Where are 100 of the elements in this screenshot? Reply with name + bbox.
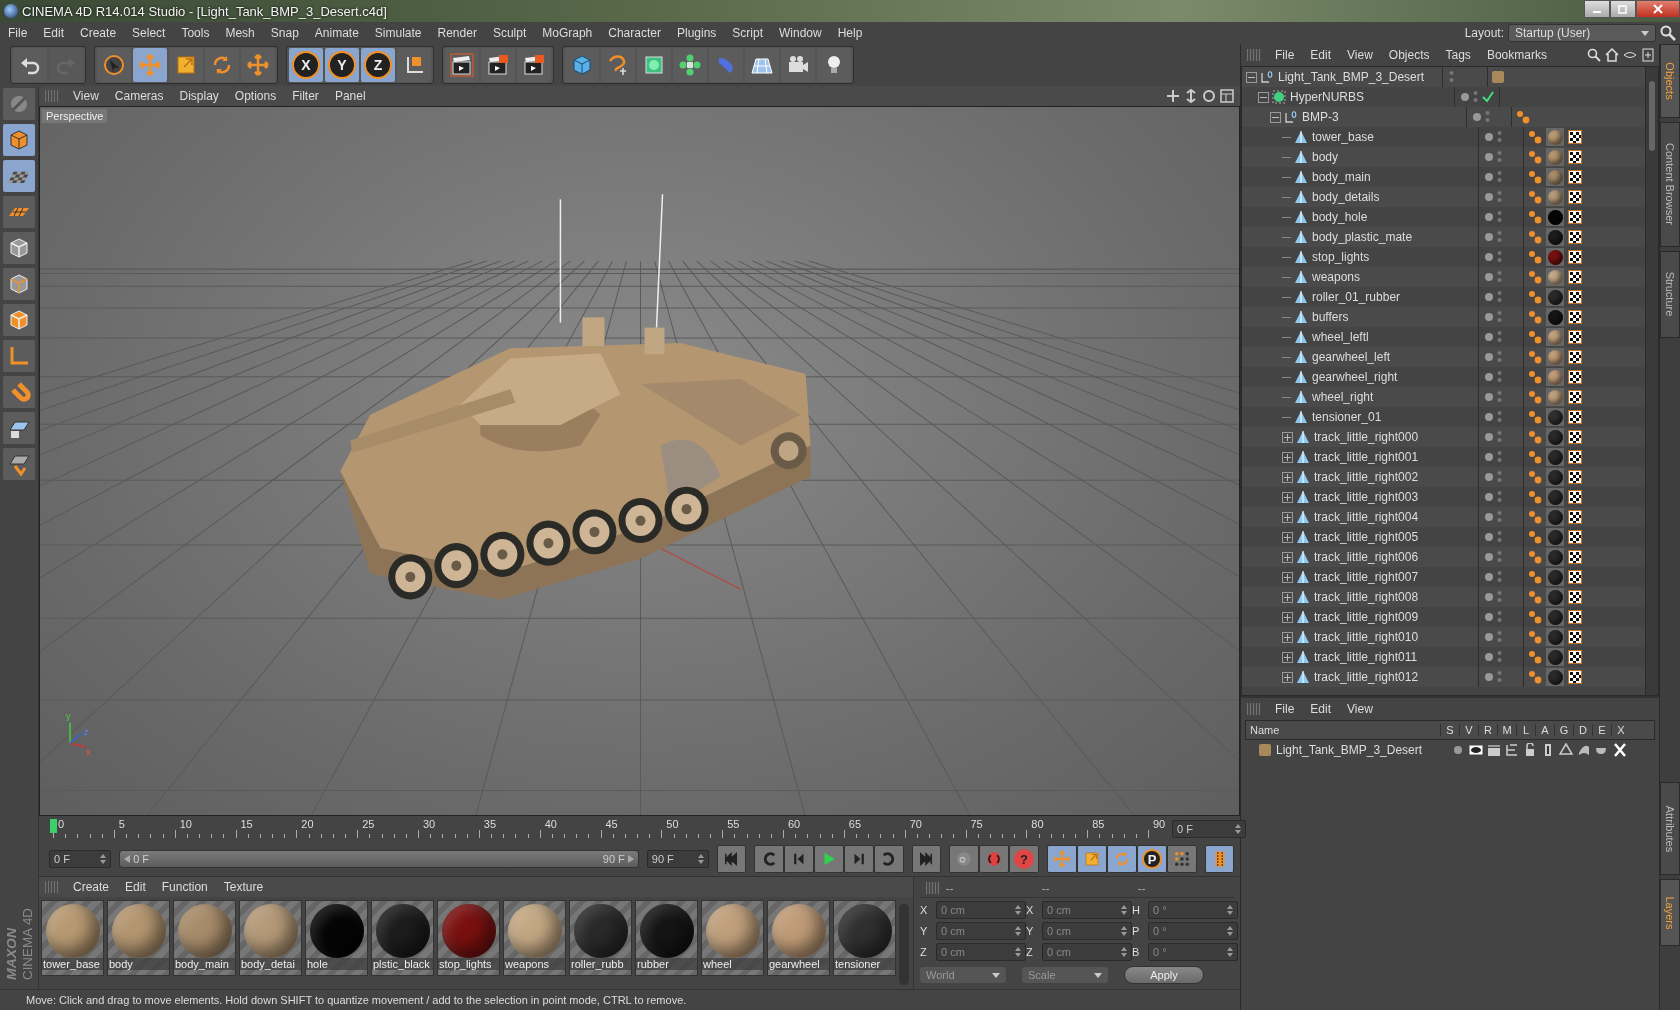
material-swatch[interactable]: plstic_black <box>371 900 434 976</box>
layer-menu-item[interactable]: File <box>1267 702 1303 716</box>
frame-range-slider[interactable]: 0 F 90 F <box>119 850 639 868</box>
end-frame-field[interactable]: 90 F <box>646 850 709 868</box>
object-menu-item[interactable]: Edit <box>1302 48 1340 62</box>
timeline-button[interactable] <box>1205 845 1234 873</box>
editor-render-dots-icon[interactable] <box>1497 330 1502 344</box>
spinner-arrows-icon[interactable] <box>1121 925 1127 937</box>
material-tag[interactable] <box>1547 189 1563 205</box>
uvw-tag-icon[interactable] <box>1568 130 1582 144</box>
editor-render-dots-icon[interactable] <box>1497 310 1502 324</box>
cube-tool-button[interactable] <box>637 48 671 82</box>
dots-grid-key-button[interactable] <box>1167 845 1197 873</box>
side-tab[interactable]: Attributes <box>1660 782 1680 875</box>
editor-render-dots-icon[interactable] <box>1497 430 1502 444</box>
visibility-dot-icon[interactable] <box>1485 473 1493 481</box>
object-name[interactable]: wheel_right <box>1312 390 1374 404</box>
undo-tool-button[interactable] <box>13 48 47 82</box>
object-menu-item[interactable]: Objects <box>1380 48 1438 62</box>
spinner-arrows-icon[interactable] <box>1121 946 1127 958</box>
uvw-tag-icon[interactable] <box>1568 350 1582 364</box>
cube-tool-button[interactable] <box>565 48 599 82</box>
layer-menu-item[interactable]: Edit <box>1302 702 1340 716</box>
object-name[interactable]: track_little_right008 <box>1314 590 1419 604</box>
menu-item[interactable]: Sculpt <box>484 26 535 40</box>
editor-render-dots-icon[interactable] <box>1497 210 1502 224</box>
phong-tag-icon[interactable] <box>1528 310 1542 324</box>
object-name[interactable]: gearwheel_right <box>1312 370 1398 384</box>
side-tab[interactable]: Layers <box>1660 879 1680 946</box>
editor-render-dots-icon[interactable] <box>1497 250 1502 264</box>
phong-tag-icon[interactable] <box>1528 350 1542 364</box>
skip-back-button[interactable] <box>716 845 746 873</box>
phong-tag-icon[interactable] <box>1528 510 1542 524</box>
visibility-dot-icon[interactable] <box>1485 313 1493 321</box>
material-tag[interactable] <box>1547 489 1563 505</box>
uvw-tag-icon[interactable] <box>1568 650 1582 664</box>
column-header[interactable]: D <box>1573 724 1592 736</box>
uvw-tag-icon[interactable] <box>1568 190 1582 204</box>
expand-icon[interactable] <box>1282 551 1293 563</box>
play-button[interactable] <box>813 845 844 873</box>
material-tag[interactable] <box>1547 169 1563 185</box>
viewport[interactable]: Perspective y z x <box>39 106 1240 816</box>
object-name[interactable]: HyperNURBS <box>1290 90 1364 104</box>
editor-render-dots-icon[interactable] <box>1497 550 1502 564</box>
uvw-tag-icon[interactable] <box>1568 670 1582 684</box>
material-tag[interactable] <box>1547 329 1563 345</box>
editor-render-dots-icon[interactable] <box>1497 190 1502 204</box>
menu-item[interactable]: Window <box>771 26 830 40</box>
phong-tag-icon[interactable] <box>1528 170 1542 184</box>
uvw-tag-icon[interactable] <box>1568 290 1582 304</box>
solo-dot-icon[interactable] <box>1454 746 1462 754</box>
apply-button[interactable]: Apply <box>1124 966 1204 984</box>
object-name[interactable]: body <box>1312 150 1339 164</box>
editor-render-dots-icon[interactable] <box>1497 410 1502 424</box>
parameter-key-button[interactable]: P <box>1137 845 1167 873</box>
uvw-tag-icon[interactable] <box>1568 470 1582 484</box>
visibility-dot-icon[interactable] <box>1485 553 1493 561</box>
visibility-dot-icon[interactable] <box>1485 413 1493 421</box>
phong-tag-icon[interactable] <box>1528 610 1542 624</box>
material-tag[interactable] <box>1547 609 1563 625</box>
object-name[interactable]: track_little_right005 <box>1314 530 1419 544</box>
material-tag[interactable] <box>1547 409 1563 425</box>
material-swatch[interactable]: tensioner <box>833 900 896 976</box>
viewport-menu-item[interactable]: Display <box>171 89 227 103</box>
material-swatch[interactable]: body_detai <box>239 900 302 976</box>
viewport-menu-item[interactable]: Options <box>226 89 285 103</box>
object-name[interactable]: track_little_right002 <box>1314 470 1419 484</box>
visibility-dot-icon[interactable] <box>1485 533 1493 541</box>
expand-icon[interactable] <box>1282 631 1293 643</box>
column-header[interactable]: E <box>1592 724 1611 736</box>
editor-render-dots-icon[interactable] <box>1473 90 1478 104</box>
visibility-dot-icon[interactable] <box>1485 333 1493 341</box>
column-header[interactable]: M <box>1497 724 1516 736</box>
material-menu-item[interactable]: Edit <box>117 880 154 894</box>
clapperboard-tool-button[interactable] <box>445 48 479 82</box>
search-icon[interactable] <box>1660 25 1676 41</box>
spinner-arrows-icon[interactable] <box>1227 925 1233 937</box>
viewport-menu-item[interactable]: Panel <box>326 89 374 103</box>
material-tag[interactable] <box>1547 349 1563 365</box>
editor-render-dots-icon[interactable] <box>1485 110 1490 124</box>
cloner-tool-button[interactable] <box>673 48 707 82</box>
visibility-dot-icon[interactable] <box>1485 493 1493 501</box>
uvw-tag-icon[interactable] <box>1568 270 1582 284</box>
uvw-tag-icon[interactable] <box>1568 530 1582 544</box>
side-tab[interactable]: Structure <box>1660 251 1680 338</box>
uvw-tag-icon[interactable] <box>1568 210 1582 224</box>
visibility-dot-icon[interactable] <box>1485 293 1493 301</box>
spinner-arrows-icon[interactable] <box>1015 925 1021 937</box>
pan-icon[interactable] <box>1166 89 1180 103</box>
step-forward-button[interactable] <box>843 845 874 873</box>
generator-icon[interactable] <box>1559 743 1573 757</box>
phong-tag-icon[interactable] <box>1528 590 1542 604</box>
uvw-tag-icon[interactable] <box>1568 330 1582 344</box>
uvw-tag-icon[interactable] <box>1568 510 1582 524</box>
phong-tag-icon[interactable] <box>1528 130 1542 144</box>
material-tag[interactable] <box>1547 569 1563 585</box>
uvw-tag-icon[interactable] <box>1568 430 1582 444</box>
arrow-tool-button[interactable] <box>97 48 131 82</box>
column-header[interactable]: L <box>1516 724 1535 736</box>
uvw-tag-icon[interactable] <box>1568 170 1582 184</box>
